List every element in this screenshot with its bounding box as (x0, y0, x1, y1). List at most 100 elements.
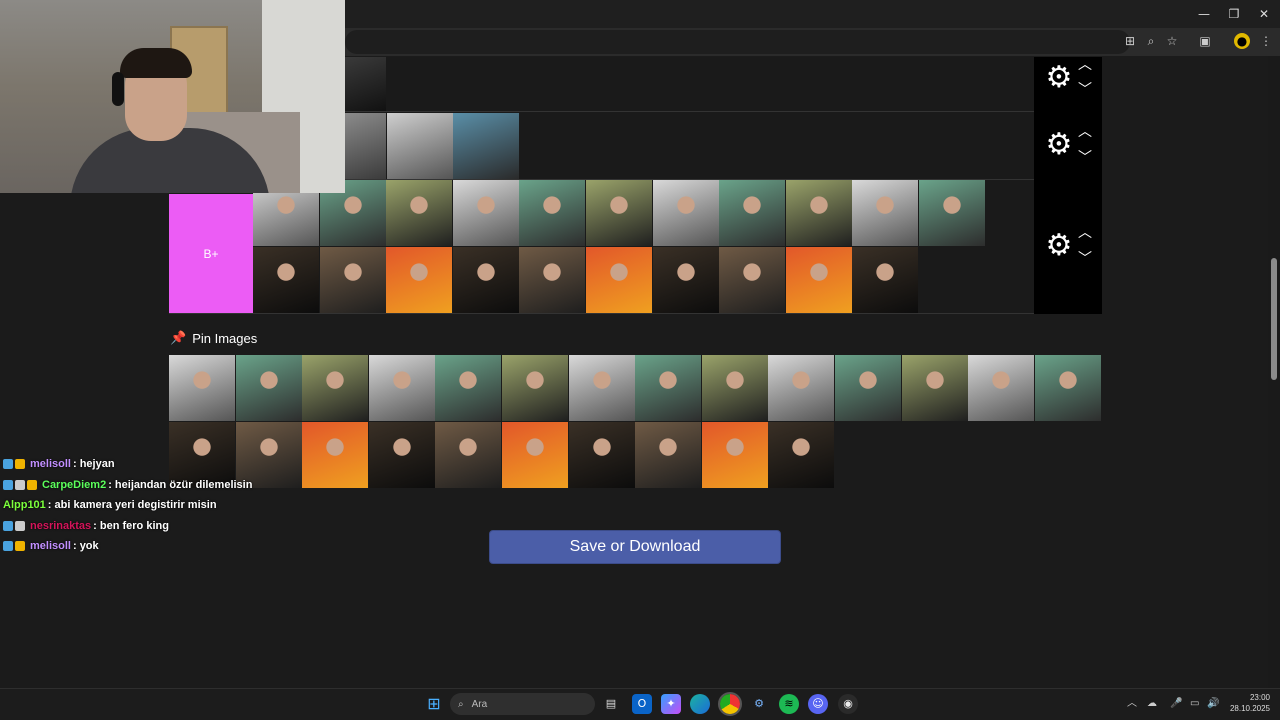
artist-image[interactable] (319, 247, 386, 313)
artist-image[interactable] (701, 355, 768, 421)
chat-username[interactable]: melisoll (30, 540, 71, 552)
artist-image[interactable] (701, 422, 768, 488)
gear-icon[interactable]: ⚙ (1042, 128, 1076, 162)
chat-text: : heijandan özür dilemelisin (108, 478, 253, 491)
artist-image[interactable] (719, 180, 786, 246)
artist-image[interactable] (719, 247, 786, 313)
artist-image[interactable] (919, 180, 985, 246)
artist-image[interactable] (302, 355, 369, 421)
artist-image[interactable] (235, 355, 302, 421)
artist-image[interactable] (386, 180, 453, 246)
chevron-down-icon[interactable]: ﹀ (1074, 252, 1096, 266)
artist-image[interactable] (586, 180, 652, 246)
artist-image[interactable] (785, 247, 852, 313)
maximize-button[interactable]: ❐ (1218, 4, 1250, 24)
edge-icon[interactable] (690, 694, 710, 714)
artist-image[interactable] (652, 180, 719, 246)
gear-icon[interactable]: ⚙ (1042, 229, 1076, 263)
artist-image[interactable] (635, 355, 702, 421)
taskbar-clock[interactable]: 23:00 28.10.2025 (1224, 692, 1270, 714)
artist-image[interactable] (1034, 355, 1101, 421)
artist-image[interactable] (387, 113, 453, 179)
display-icon[interactable]: ▭ (1190, 697, 1199, 711)
artist-image[interactable] (345, 113, 386, 179)
artist-image[interactable] (852, 247, 919, 313)
artist-image[interactable] (368, 355, 435, 421)
save-download-button[interactable]: Save or Download (489, 530, 781, 564)
artist-image[interactable] (452, 247, 519, 313)
copilot-icon[interactable]: ✦ (661, 694, 681, 714)
chat-badge-icon (15, 520, 25, 531)
artist-image[interactable] (386, 247, 453, 313)
artist-image[interactable] (568, 422, 635, 488)
artist-image[interactable] (368, 422, 435, 488)
scrollbar-thumb[interactable] (1271, 258, 1277, 380)
chevron-up-icon[interactable]: ︿ (1074, 58, 1096, 72)
outlook-icon[interactable]: O (632, 694, 652, 714)
extensions-icon[interactable]: ▣ (1197, 33, 1213, 49)
chevron-up-icon[interactable]: ︿ (1074, 226, 1096, 240)
menu-icon[interactable]: ⋮ (1258, 33, 1274, 49)
chat-username[interactable]: CarpeDiem2 (42, 479, 106, 491)
artist-image[interactable] (586, 247, 652, 313)
artist-image[interactable] (519, 247, 586, 313)
chrome-icon[interactable] (718, 692, 742, 716)
artist-image[interactable] (901, 355, 968, 421)
gear-icon[interactable]: ⚙ (1042, 61, 1076, 95)
translate-icon[interactable]: ⊞ (1122, 33, 1138, 49)
chevron-down-icon[interactable]: ﹀ (1074, 151, 1096, 165)
artist-image[interactable] (453, 113, 519, 179)
windows-start-icon[interactable]: ⊞ (424, 694, 444, 714)
volume-icon[interactable]: 🔊 (1207, 697, 1219, 711)
artist-image[interactable] (768, 355, 835, 421)
artist-image[interactable] (968, 355, 1035, 421)
close-button[interactable]: ✕ (1248, 4, 1280, 24)
pin-images-heading: 📌 Pin Images (170, 329, 257, 347)
tray-chevron-icon[interactable]: ︿ (1127, 697, 1137, 711)
artist-image[interactable] (852, 180, 919, 246)
bookmark-star-icon[interactable]: ☆ (1164, 33, 1180, 49)
artist-image[interactable] (519, 180, 586, 246)
artist-image[interactable] (435, 422, 502, 488)
artist-image[interactable] (502, 355, 568, 421)
cloud-off-icon[interactable]: ☁ (1147, 697, 1157, 711)
minimize-button[interactable]: — (1188, 4, 1220, 24)
artist-image[interactable] (302, 422, 369, 488)
chat-message: melisoll : hejyan (3, 456, 115, 472)
artist-image[interactable] (502, 422, 568, 488)
chevron-down-icon[interactable]: ﹀ (1074, 83, 1096, 97)
file-explorer-icon[interactable]: ▤ (601, 694, 621, 714)
tier-controls: ⚙ ︿ ﹀ (1034, 112, 1102, 180)
artist-image[interactable] (785, 180, 852, 246)
artist-image[interactable] (635, 422, 702, 488)
tier-label[interactable]: B+ (169, 194, 253, 313)
chat-message: CarpeDiem2 : heijandan özür dilemelisin (3, 477, 252, 493)
zoom-icon[interactable]: ⌕ (1143, 33, 1159, 49)
pin-images-label: Pin Images (192, 330, 258, 346)
settings-icon[interactable]: ⚙ (749, 694, 769, 714)
artist-image[interactable] (169, 355, 235, 421)
profile-icon[interactable]: ● (1234, 33, 1250, 49)
microphone-icon[interactable]: 🎤 (1170, 697, 1182, 711)
artist-image[interactable] (568, 355, 635, 421)
chat-badge-icon (3, 479, 13, 490)
search-placeholder: Ara (471, 698, 488, 710)
artist-image[interactable] (452, 180, 519, 246)
artist-image[interactable] (835, 355, 901, 421)
discord-icon[interactable]: ☺ (808, 694, 828, 714)
artist-image[interactable] (253, 247, 319, 313)
chat-username[interactable]: melisoll (30, 458, 71, 470)
spotify-icon[interactable]: ≋ (779, 694, 799, 714)
steam-icon[interactable]: ◉ (838, 694, 858, 714)
artist-image[interactable] (652, 247, 719, 313)
chat-username[interactable]: nesrinaktas (30, 520, 91, 532)
address-bar[interactable] (345, 30, 1130, 54)
artist-image[interactable] (345, 57, 386, 111)
chevron-up-icon[interactable]: ︿ (1074, 125, 1096, 139)
artist-image[interactable] (435, 355, 502, 421)
clock-date: 28.10.2025 (1229, 704, 1270, 713)
taskbar-search[interactable]: ⌕ Ara (450, 693, 595, 715)
chat-username[interactable]: Alpp101 (3, 499, 46, 511)
chat-text: : abi kamera yeri degistirir misin (47, 499, 217, 511)
artist-image[interactable] (768, 422, 835, 488)
